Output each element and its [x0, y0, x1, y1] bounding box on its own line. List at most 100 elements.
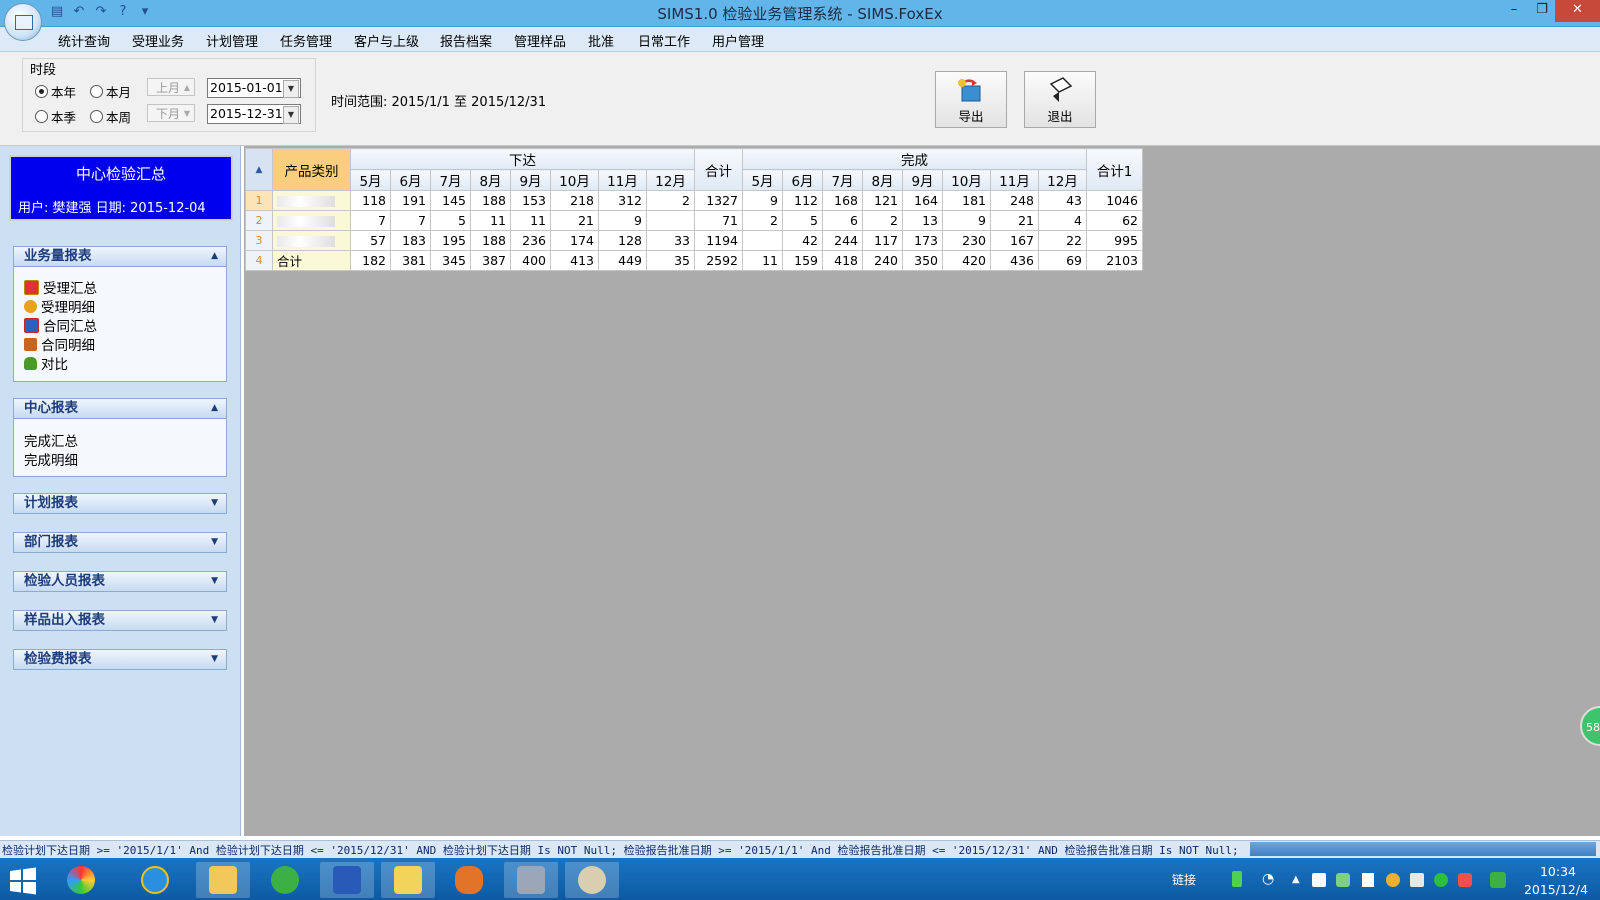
issued-cell[interactable]: 33: [646, 230, 695, 251]
group-sample-io-report[interactable]: 样品出入报表 ▼: [13, 610, 227, 631]
device-icon[interactable]: [1362, 873, 1374, 887]
sidebar-item-acceptance-summary[interactable]: 受理汇总: [24, 277, 97, 297]
sidebar-item-acceptance-detail[interactable]: 受理明细: [24, 296, 95, 316]
month-header-completed-3[interactable]: 8月: [862, 169, 903, 191]
completed-cell[interactable]: 112: [782, 190, 823, 211]
issued-cell[interactable]: 345: [430, 250, 471, 271]
completed-cell[interactable]: 43: [1038, 190, 1087, 211]
windows-start-icon[interactable]: [8, 866, 38, 896]
clock-time[interactable]: 10:34: [1530, 864, 1586, 879]
completed-cell[interactable]: 69: [1038, 250, 1087, 271]
issued-cell[interactable]: 236: [510, 230, 551, 251]
completed-cell[interactable]: 181: [942, 190, 991, 211]
category-cell[interactable]: [272, 190, 351, 211]
group-department-report[interactable]: 部门报表 ▼: [13, 532, 227, 553]
issued-cell[interactable]: 312: [598, 190, 647, 211]
next-month-button[interactable]: 下月 ▼: [147, 104, 195, 122]
sidebar-item-completion-summary[interactable]: 完成汇总: [24, 430, 78, 450]
table-row[interactable]: 3 57 183 195 188 236 174 128 33 1194 42 244 117 173 23…: [245, 230, 1143, 251]
month-header-issued-7[interactable]: 12月: [646, 169, 695, 191]
issued-cell[interactable]: 188: [470, 190, 511, 211]
month-header-completed-5[interactable]: 10月: [942, 169, 991, 191]
issued-cell[interactable]: 35: [646, 250, 695, 271]
group-business-volume[interactable]: 业务量报表 ▲: [13, 246, 227, 267]
month-header-issued-2[interactable]: 7月: [430, 169, 471, 191]
export-button[interactable]: 导出: [935, 71, 1007, 128]
month-header-issued-1[interactable]: 6月: [390, 169, 431, 191]
menu-acceptance[interactable]: 受理业务: [132, 31, 184, 50]
issued-cell[interactable]: 182: [350, 250, 391, 271]
completed-cell[interactable]: 350: [902, 250, 943, 271]
issued-cell[interactable]: 400: [510, 250, 551, 271]
completed-cell[interactable]: 164: [902, 190, 943, 211]
issued-cell[interactable]: 21: [550, 210, 599, 231]
completed-cell[interactable]: 6: [822, 210, 863, 231]
column-header-total[interactable]: 合计: [694, 148, 743, 191]
table-row[interactable]: 1 118 191 145 188 153 218 312 2 1327 9 112 168 121 164…: [245, 190, 1143, 211]
windows-flag-icon[interactable]: [1312, 873, 1326, 887]
menu-plan[interactable]: 计划管理: [206, 31, 258, 50]
month-header-completed-4[interactable]: 9月: [902, 169, 943, 191]
month-header-completed-0[interactable]: 5月: [742, 169, 783, 191]
group-fee-report[interactable]: 检验费报表 ▼: [13, 649, 227, 670]
issued-cell[interactable]: 183: [390, 230, 431, 251]
issued-cell[interactable]: 9: [598, 210, 647, 231]
completed-cell[interactable]: 240: [862, 250, 903, 271]
chevron-down-icon[interactable]: ▼: [283, 106, 299, 124]
category-cell[interactable]: [272, 230, 351, 251]
shield-icon[interactable]: [1336, 873, 1350, 887]
sidebar-item-contract-detail[interactable]: 合同明细: [24, 334, 95, 354]
menu-sample[interactable]: 管理样品: [514, 31, 566, 50]
column-header-total1[interactable]: 合计1: [1086, 148, 1143, 191]
menu-approve[interactable]: 批准: [588, 31, 614, 50]
issued-cell[interactable]: 413: [550, 250, 599, 271]
issued-cell[interactable]: 449: [598, 250, 647, 271]
exit-button[interactable]: 退出: [1024, 71, 1096, 128]
taskbar-360-browser[interactable]: [258, 862, 312, 898]
month-header-completed-2[interactable]: 7月: [822, 169, 863, 191]
completed-cell[interactable]: 21: [990, 210, 1039, 231]
completed-cell[interactable]: 13: [902, 210, 943, 231]
month-header-completed-7[interactable]: 12月: [1038, 169, 1087, 191]
sidebar-item-completion-detail[interactable]: 完成明细: [24, 449, 78, 469]
end-date-picker[interactable]: 2015-12-31 ▼: [207, 104, 301, 124]
completed-cell[interactable]: 9: [742, 190, 783, 211]
total-cell[interactable]: 1194: [694, 230, 743, 251]
group-plan-report[interactable]: 计划报表 ▼: [13, 493, 227, 514]
radio-this-quarter[interactable]: 本季: [35, 107, 76, 126]
chevron-down-icon[interactable]: ▼: [283, 80, 299, 98]
radio-this-week[interactable]: 本周: [90, 107, 131, 126]
month-header-issued-3[interactable]: 8月: [470, 169, 511, 191]
completed-cell[interactable]: 22: [1038, 230, 1087, 251]
tray-links-label[interactable]: 链接: [1172, 871, 1196, 888]
taskbar-help[interactable]: [381, 862, 435, 898]
wifi-icon[interactable]: ◔: [1262, 871, 1274, 887]
table-row[interactable]: 2 7 7 5 11 11 21 9 71 2 5 6 2 13 9 21 4 62: [245, 210, 1143, 231]
qq-icon[interactable]: [1386, 873, 1400, 887]
total1-cell[interactable]: 1046: [1086, 190, 1143, 211]
month-header-issued-0[interactable]: 5月: [350, 169, 391, 191]
sidebar-item-contract-summary[interactable]: 合同汇总: [24, 315, 97, 335]
taskbar-explorer[interactable]: [196, 862, 250, 898]
completed-cell[interactable]: 5: [782, 210, 823, 231]
total-cell[interactable]: 2592: [694, 250, 743, 271]
total1-cell[interactable]: 62: [1086, 210, 1143, 231]
issued-cell[interactable]: 7: [350, 210, 391, 231]
app-menu-button[interactable]: [4, 3, 42, 41]
column-header-category[interactable]: 产品类别: [272, 148, 351, 191]
issued-cell[interactable]: 11: [510, 210, 551, 231]
issued-cell[interactable]: 11: [470, 210, 511, 231]
completed-cell[interactable]: 11: [742, 250, 783, 271]
issued-cell[interactable]: 57: [350, 230, 391, 251]
completed-cell[interactable]: 418: [822, 250, 863, 271]
group-inspector-report[interactable]: 检验人员报表 ▼: [13, 571, 227, 592]
taskbar-tool[interactable]: [504, 862, 558, 898]
close-button[interactable]: ✕: [1555, 0, 1600, 22]
issued-cell[interactable]: 387: [470, 250, 511, 271]
menu-report-archive[interactable]: 报告档案: [440, 31, 492, 50]
issued-cell[interactable]: 153: [510, 190, 551, 211]
sidebar-item-compare[interactable]: 对比: [24, 353, 68, 373]
issued-cell[interactable]: 118: [350, 190, 391, 211]
completed-cell[interactable]: 168: [822, 190, 863, 211]
volume-muted-icon[interactable]: [1458, 873, 1472, 887]
